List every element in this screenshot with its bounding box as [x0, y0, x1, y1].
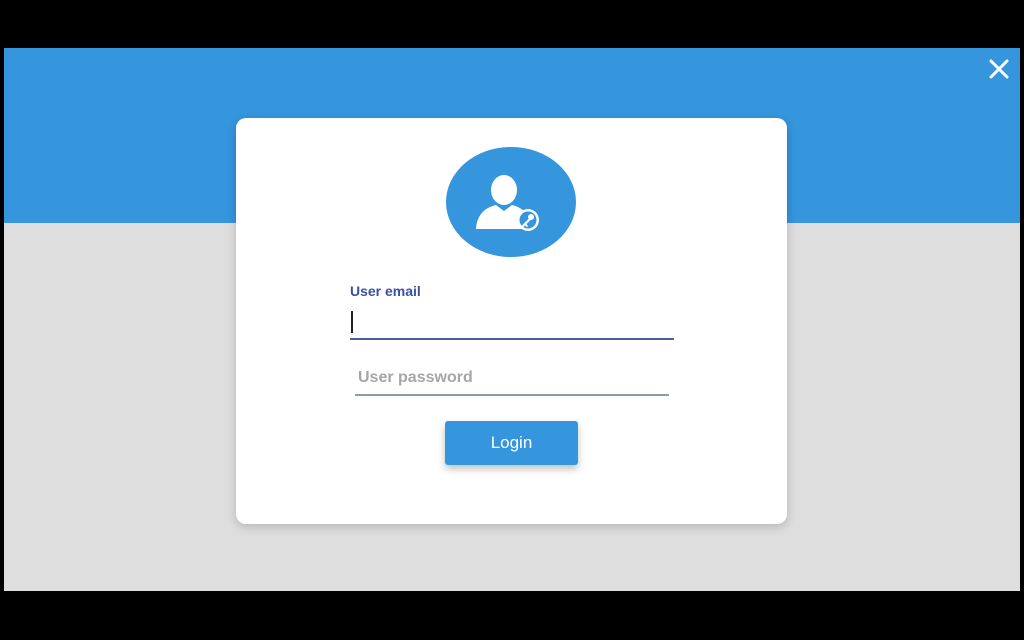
- email-label: User email: [350, 283, 421, 299]
- avatar: [446, 147, 576, 257]
- user-key-icon: [476, 175, 539, 231]
- login-button[interactable]: Login: [445, 421, 578, 465]
- text-caret: [351, 311, 353, 333]
- password-field[interactable]: [355, 362, 669, 396]
- close-button[interactable]: [986, 56, 1012, 82]
- email-field-group: User email: [350, 282, 674, 340]
- login-card: User email Login: [236, 118, 787, 524]
- login-screen: User email Login: [4, 48, 1020, 591]
- email-field[interactable]: [350, 308, 674, 340]
- password-field-group: [355, 362, 669, 396]
- close-icon: [989, 59, 1009, 79]
